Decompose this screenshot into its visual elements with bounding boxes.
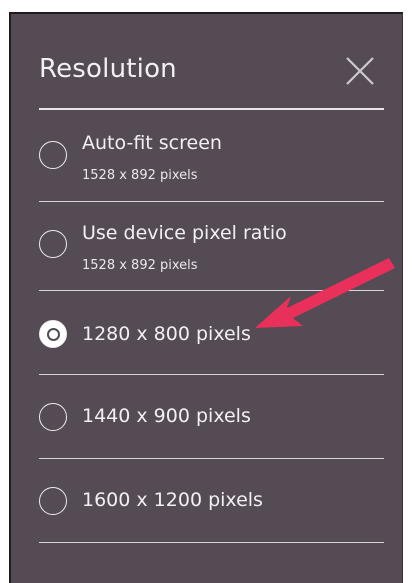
radio-auto-fit-screen[interactable] bbox=[39, 141, 67, 169]
dialog-title: Resolution bbox=[39, 54, 177, 84]
option-auto-fit-screen[interactable]: Auto-fit screen 1528 x 892 pixels bbox=[39, 110, 384, 202]
radio-use-device-pixel-ratio[interactable] bbox=[39, 230, 67, 258]
option-label: Auto-fit screen bbox=[82, 132, 222, 154]
radio-1600x1200[interactable] bbox=[39, 487, 67, 515]
option-label: 1600 x 1200 pixels bbox=[82, 489, 263, 511]
option-sublabel: 1528 x 892 pixels bbox=[82, 258, 198, 273]
option-1600x1200[interactable]: 1600 x 1200 pixels bbox=[39, 459, 384, 543]
option-divider bbox=[39, 542, 384, 543]
resolution-dialog: Resolution Auto-fit screen 1528 x 892 pi… bbox=[9, 12, 403, 583]
option-label: 1440 x 900 pixels bbox=[82, 405, 251, 427]
arrow-annotation-icon bbox=[255, 258, 395, 328]
radio-1280x800[interactable] bbox=[39, 320, 67, 348]
radio-1440x900[interactable] bbox=[39, 403, 67, 431]
close-button[interactable] bbox=[344, 55, 376, 87]
option-1440x900[interactable]: 1440 x 900 pixels bbox=[39, 375, 384, 459]
option-label: 1280 x 800 pixels bbox=[82, 323, 251, 345]
option-label: Use device pixel ratio bbox=[82, 222, 287, 244]
option-sublabel: 1528 x 892 pixels bbox=[82, 168, 198, 183]
close-icon bbox=[346, 57, 374, 85]
